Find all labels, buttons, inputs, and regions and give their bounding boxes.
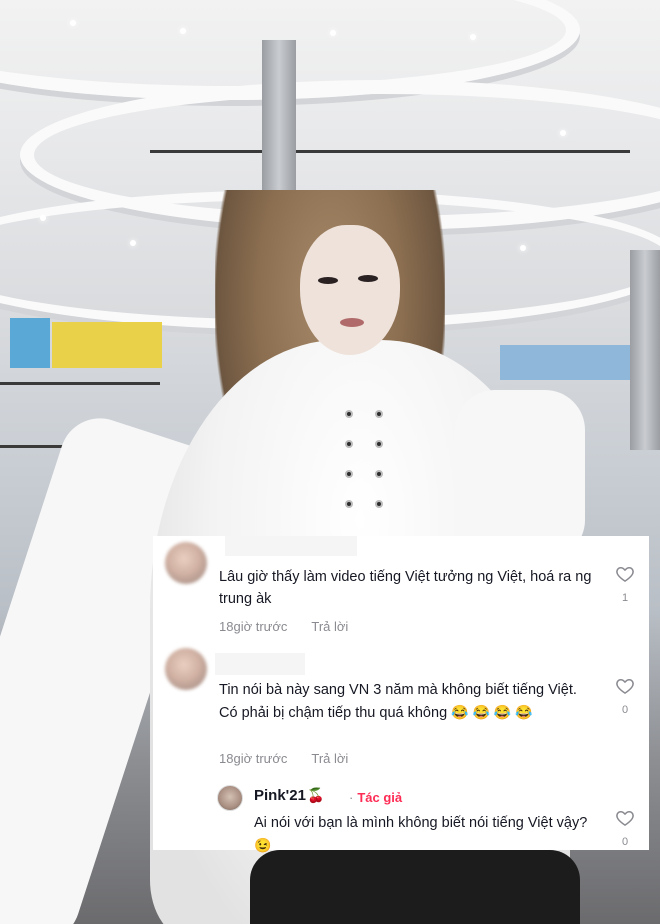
shirt-button — [375, 470, 383, 478]
author-avatar[interactable] — [217, 785, 243, 811]
avatar[interactable] — [165, 648, 207, 690]
eye — [358, 275, 378, 282]
cherry-emoji-icon: 🍒 — [306, 787, 325, 803]
comment-text: Tin nói bà này sang VN 3 năm mà không bi… — [219, 679, 599, 724]
ceiling-light — [560, 130, 566, 136]
ceiling-light — [70, 20, 76, 26]
comment-text: Lâu giờ thấy làm video tiếng Việt tưởng … — [219, 569, 592, 607]
shop-front — [500, 345, 630, 380]
ceiling-light — [470, 34, 476, 40]
redacted-username — [225, 536, 357, 556]
shop-front — [52, 322, 162, 368]
comment-meta: 18giờ trước Trả lời — [219, 619, 348, 634]
separator-dot: · — [349, 790, 354, 805]
shirt-button — [345, 500, 353, 508]
pillar — [262, 40, 296, 190]
comment-time: 18giờ trước — [219, 751, 288, 766]
shirt-button — [345, 410, 353, 418]
ceiling-light — [520, 245, 526, 251]
heart-outline-icon[interactable] — [615, 564, 635, 584]
like-count: 0 — [621, 836, 629, 848]
redacted-username — [215, 653, 305, 675]
author-badge: · Tác giả — [349, 790, 402, 805]
pillar — [630, 250, 660, 450]
ceiling-light — [130, 240, 136, 246]
reply-link[interactable]: Trả lời — [311, 751, 348, 766]
comment-time: 18giờ trước — [219, 619, 288, 634]
dark-pants — [250, 850, 580, 924]
eye — [318, 277, 338, 284]
reply-body: Ai nói với bạn là mình không biết nói ti… — [254, 815, 588, 831]
reply-username[interactable]: Pink'21🍒 — [254, 787, 324, 804]
shirt-button — [345, 470, 353, 478]
shirt-sleeve — [455, 390, 585, 560]
author-badge-label: Tác giả — [357, 790, 403, 805]
laughing-emoji-icon: 😂 😂 😂 😂 — [451, 704, 533, 720]
lips — [340, 318, 364, 327]
comment-meta: 18giờ trước Trả lời — [219, 751, 348, 766]
username-text: Pink'21 — [254, 787, 306, 804]
railing — [150, 150, 630, 153]
shirt-button — [375, 500, 383, 508]
winking-emoji-icon: 😉 — [254, 837, 272, 853]
ceiling-light — [40, 215, 46, 221]
ceiling-light — [330, 30, 336, 36]
face — [300, 225, 400, 355]
railing — [0, 382, 160, 385]
shop-front — [10, 318, 50, 368]
like-count: 0 — [621, 704, 629, 716]
heart-outline-icon[interactable] — [615, 808, 635, 828]
shirt-button — [345, 440, 353, 448]
ceiling-light — [180, 28, 186, 34]
like-count: 1 — [621, 592, 629, 604]
shirt-button — [375, 440, 383, 448]
reply-link[interactable]: Trả lời — [311, 619, 348, 634]
comments-panel: Lâu giờ thấy làm video tiếng Việt tưởng … — [153, 536, 649, 853]
avatar[interactable] — [165, 542, 207, 584]
reply-text: Ai nói với bạn là mình không biết nói ti… — [254, 812, 594, 857]
heart-outline-icon[interactable] — [615, 676, 635, 696]
shirt-button — [375, 410, 383, 418]
